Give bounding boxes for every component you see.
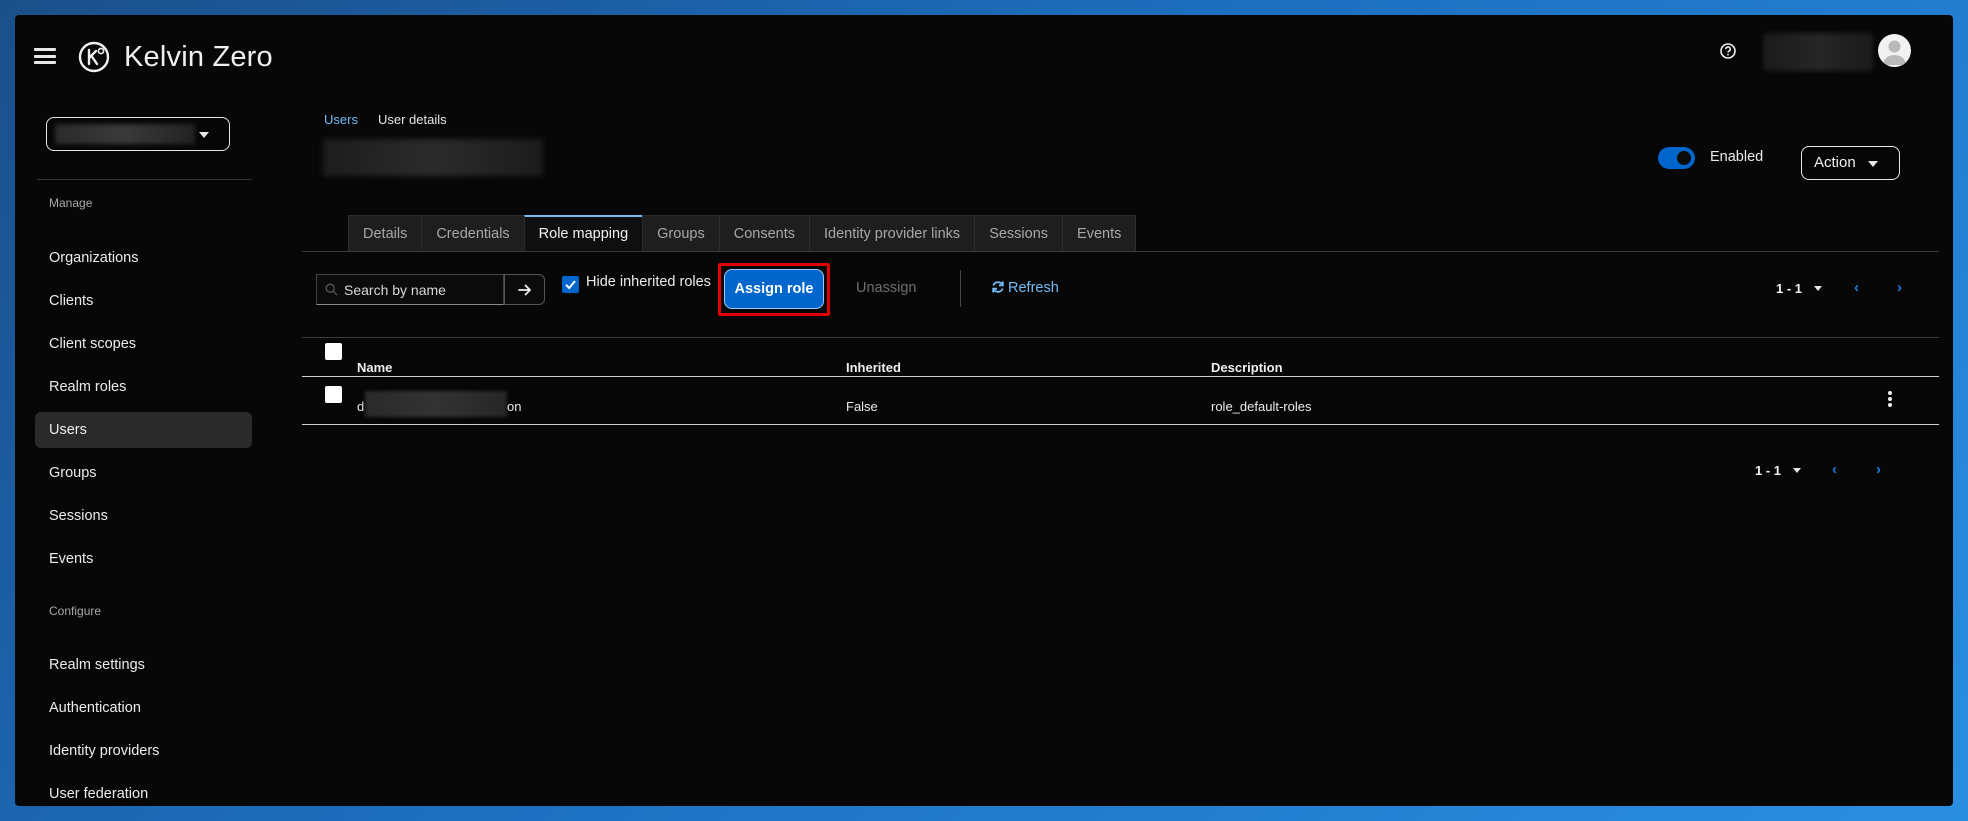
pagination-bottom-range: 1 - 1 <box>1755 463 1782 478</box>
tab-consents[interactable]: Consents <box>718 215 809 252</box>
refresh-label: Refresh <box>1008 280 1059 296</box>
sidebar-item-clients[interactable]: Clients <box>35 283 252 319</box>
search-submit-button[interactable] <box>504 274 545 305</box>
caret-down-icon <box>1868 161 1878 167</box>
tab-role-mapping[interactable]: Role mapping <box>523 215 643 252</box>
avatar-person-icon <box>1883 40 1906 65</box>
action-dropdown[interactable]: Action <box>1801 146 1900 180</box>
table-top-border <box>302 337 1939 338</box>
toolbar-separator <box>960 270 961 307</box>
tab-credentials[interactable]: Credentials <box>421 215 524 252</box>
sidebar-item-users[interactable]: Users <box>35 412 252 448</box>
caret-down-icon <box>1793 468 1802 473</box>
breadcrumb: Users User details <box>324 112 447 127</box>
pagination-top-dropdown[interactable]: 1 - 1 <box>1776 281 1823 296</box>
sidebar-item-identity-providers[interactable]: Identity providers <box>35 733 252 769</box>
sidebar-item-realm-roles[interactable]: Realm roles <box>35 369 252 405</box>
refresh-icon <box>992 281 1004 293</box>
role-name-redacted <box>365 391 507 417</box>
hamburger-menu-icon[interactable] <box>34 48 56 64</box>
role-description: role_default-roles <box>1211 399 1312 414</box>
sidebar-item-client-scopes[interactable]: Client scopes <box>35 326 252 362</box>
select-all-checkbox[interactable] <box>325 343 342 360</box>
sidebar-item-realm-settings[interactable]: Realm settings <box>35 647 252 683</box>
pagination-next-icon[interactable]: › <box>1876 461 1881 478</box>
app-window: Kelvin Zero Manage Organizations Clients… <box>15 15 1953 806</box>
toggle-knob <box>1677 151 1691 165</box>
brand-name: Kelvin Zero <box>124 41 273 73</box>
breadcrumb-current: User details <box>377 112 447 127</box>
masthead: Kelvin Zero <box>15 15 1953 87</box>
enabled-toggle[interactable] <box>1658 147 1695 169</box>
avatar[interactable] <box>1878 34 1911 67</box>
sidebar-item-sessions[interactable]: Sessions <box>35 498 252 534</box>
enabled-label: Enabled <box>1710 149 1764 165</box>
pagination-next-icon[interactable]: › <box>1897 279 1902 296</box>
arrow-right-icon <box>518 284 531 296</box>
row-actions-kebab-icon[interactable] <box>1888 391 1894 409</box>
hide-inherited-label: Hide inherited roles <box>586 274 711 290</box>
tabs-underline <box>302 251 1939 252</box>
realm-selector[interactable] <box>46 117 230 151</box>
assign-role-button[interactable]: Assign role <box>724 269 824 309</box>
page-title-redacted <box>323 139 543 176</box>
unassign-button[interactable]: Unassign <box>856 280 916 296</box>
tab-groups[interactable]: Groups <box>642 215 719 252</box>
tab-bar: Details Credentials Role mapping Groups … <box>348 215 1137 252</box>
column-header-name[interactable]: Name <box>357 360 392 375</box>
tab-identity-provider-links[interactable]: Identity provider links <box>808 215 975 252</box>
search-icon <box>325 283 338 296</box>
sidebar-section-configure: Configure <box>49 604 102 618</box>
pagination-bottom-dropdown[interactable]: 1 - 1 <box>1755 463 1802 478</box>
column-header-inherited: Inherited <box>846 360 901 375</box>
breadcrumb-users-link[interactable]: Users <box>324 112 358 127</box>
kelvin-zero-logo-icon <box>78 41 110 73</box>
tab-sessions[interactable]: Sessions <box>974 215 1063 252</box>
pagination-prev-icon[interactable]: ‹ <box>1832 461 1837 478</box>
role-name-suffix: on <box>507 399 522 414</box>
action-label: Action <box>1814 154 1856 171</box>
pagination-prev-icon[interactable]: ‹ <box>1854 279 1859 296</box>
realm-name-redacted <box>55 124 195 144</box>
table-row-border <box>302 424 1939 425</box>
user-menu-redacted[interactable] <box>1763 33 1873 71</box>
tab-events[interactable]: Events <box>1062 215 1137 252</box>
column-header-description: Description <box>1211 360 1283 375</box>
sidebar-item-user-federation[interactable]: User federation <box>35 776 252 806</box>
tab-details[interactable]: Details <box>348 215 422 252</box>
hide-inherited-checkbox[interactable] <box>562 276 579 293</box>
row-checkbox[interactable] <box>325 386 342 403</box>
sidebar-item-events[interactable]: Events <box>35 541 252 577</box>
sidebar-item-authentication[interactable]: Authentication <box>35 690 252 726</box>
refresh-button[interactable]: Refresh <box>991 280 1059 296</box>
sidebar-item-organizations[interactable]: Organizations <box>35 240 252 276</box>
caret-down-icon <box>1814 286 1823 291</box>
checkmark-icon <box>565 280 576 290</box>
pagination-top-range: 1 - 1 <box>1776 281 1803 296</box>
help-icon[interactable] <box>1719 42 1737 60</box>
sidebar-divider <box>37 179 252 180</box>
role-inherited-value: False <box>846 399 878 414</box>
role-name-prefix: d <box>357 399 365 414</box>
table-header-border <box>302 376 1939 377</box>
search-input[interactable] <box>344 279 499 301</box>
search-box <box>316 274 504 305</box>
sidebar-section-manage: Manage <box>49 196 93 210</box>
sidebar-item-groups[interactable]: Groups <box>35 455 252 491</box>
caret-down-icon <box>199 132 209 138</box>
